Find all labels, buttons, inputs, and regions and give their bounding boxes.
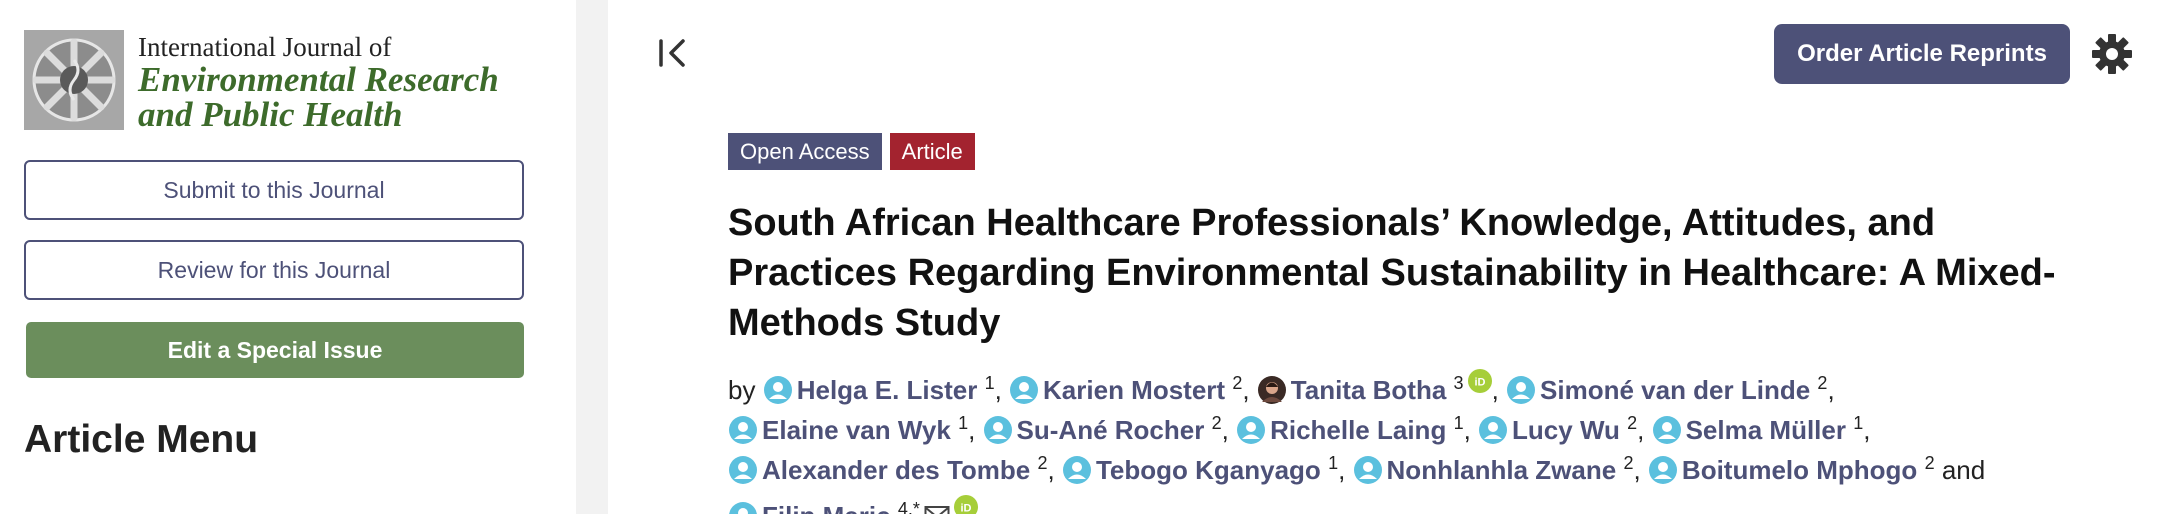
affiliation-number: 1 — [984, 373, 995, 393]
orcid-icon[interactable]: iD — [1467, 364, 1492, 393]
orcid-icon[interactable]: iD — [953, 490, 978, 514]
author-name-link[interactable]: Helga E. Lister — [797, 375, 978, 405]
svg-text:iD: iD — [960, 503, 971, 514]
person-icon[interactable] — [728, 501, 758, 514]
journal-name-line3: and Public Health — [138, 95, 403, 134]
author-item: Lucy Wu 2 — [1478, 413, 1638, 445]
person-icon[interactable] — [1506, 375, 1536, 405]
author-name-link[interactable]: Nonhlanhla Zwane — [1387, 455, 1617, 485]
edit-special-issue-button[interactable]: Edit a Special Issue — [26, 322, 524, 378]
author-name-link[interactable]: Karien Mostert — [1043, 375, 1225, 405]
affiliation-number: 2 — [1232, 373, 1243, 393]
person-icon[interactable] — [1353, 455, 1383, 485]
author-name-link[interactable]: Lucy Wu — [1512, 415, 1620, 445]
journal-logo[interactable]: International Journal of Environmental R… — [24, 30, 524, 132]
affiliation-number: 3 — [1453, 373, 1464, 393]
author-item: Richelle Laing 1 — [1236, 413, 1464, 445]
order-reprints-button[interactable]: Order Article Reprints — [1774, 24, 2070, 84]
person-icon[interactable] — [1236, 415, 1266, 445]
person-icon[interactable] — [983, 415, 1013, 445]
affiliation-number: 1 — [958, 413, 969, 433]
author-name-link[interactable]: Selma Müller — [1686, 415, 1846, 445]
journal-name-line2: Environmental Research — [138, 60, 499, 99]
author-item: Elaine van Wyk 1 — [728, 413, 969, 445]
journal-name: International Journal of Environmental R… — [138, 32, 499, 132]
affiliation-number: 2 — [1037, 453, 1048, 473]
journal-emblem-icon — [24, 30, 124, 130]
article-type-badge: Article — [889, 133, 975, 170]
author-item: Tebogo Kganyago 1 — [1062, 453, 1339, 485]
author-item: Filip Maric 4,* iD — [728, 495, 978, 514]
affiliation-number: 2 — [1817, 373, 1828, 393]
sidebar-divider — [576, 0, 608, 514]
gear-icon[interactable] — [2090, 32, 2134, 76]
submit-journal-button[interactable]: Submit to this Journal — [24, 160, 524, 220]
affiliation-number: 2 — [1924, 453, 1935, 473]
author-item: Tanita Botha 3 iD — [1257, 369, 1492, 405]
author-name-link[interactable]: Richelle Laing — [1270, 415, 1446, 445]
person-icon[interactable] — [728, 415, 758, 445]
sidebar: International Journal of Environmental R… — [0, 0, 576, 514]
author-item: Simoné van der Linde 2 — [1506, 373, 1828, 405]
by-label: by — [728, 375, 756, 405]
person-icon[interactable] — [1062, 455, 1092, 485]
author-photo-icon[interactable] — [1257, 375, 1287, 405]
email-icon[interactable] — [924, 496, 950, 514]
affiliation-number: 2 — [1627, 413, 1638, 433]
author-item: Nonhlanhla Zwane 2 — [1353, 453, 1634, 485]
person-icon[interactable] — [763, 375, 793, 405]
open-access-badge: Open Access — [728, 133, 882, 170]
author-name-link[interactable]: Simoné van der Linde — [1540, 375, 1810, 405]
article-title: South African Healthcare Professionals’ … — [728, 202, 2056, 344]
author-item: Su-Ané Rocher 2 — [983, 413, 1222, 445]
author-item: Boitumelo Mphogo 2 — [1648, 453, 1935, 485]
svg-text:iD: iD — [1474, 377, 1485, 389]
person-icon[interactable] — [1652, 415, 1682, 445]
affiliation-number: 2 — [1623, 453, 1634, 473]
collapse-sidebar-icon[interactable] — [656, 36, 690, 70]
affiliation-number: 2 — [1211, 413, 1222, 433]
person-icon[interactable] — [1478, 415, 1508, 445]
author-list: by Helga E. Lister 1, Karien Mostert 2, … — [728, 364, 2068, 514]
author-name-link[interactable]: Tanita Botha — [1291, 375, 1447, 405]
author-item: Helga E. Lister 1 — [763, 373, 995, 405]
author-name-link[interactable]: Boitumelo Mphogo — [1682, 455, 1917, 485]
author-name-link[interactable]: Tebogo Kganyago — [1096, 455, 1321, 485]
person-icon[interactable] — [728, 455, 758, 485]
author-name-link[interactable]: Elaine van Wyk — [762, 415, 951, 445]
person-icon[interactable] — [1648, 455, 1678, 485]
affiliation-number: 1 — [1453, 413, 1464, 433]
author-name-link[interactable]: Su-Ané Rocher — [1017, 415, 1205, 445]
article-menu-heading: Article Menu — [24, 418, 259, 461]
review-journal-button[interactable]: Review for this Journal — [24, 240, 524, 300]
affiliation-number: 4,* — [897, 499, 920, 514]
author-name-link[interactable]: Filip Maric — [762, 501, 891, 514]
author-item: Selma Müller 1 — [1652, 413, 1864, 445]
affiliation-number: 1 — [1328, 453, 1339, 473]
author-item: Alexander des Tombe 2 — [728, 453, 1048, 485]
person-icon[interactable] — [1009, 375, 1039, 405]
author-item: Karien Mostert 2 — [1009, 373, 1243, 405]
and-label: and — [1941, 455, 1986, 485]
journal-name-line1: International Journal of — [138, 32, 392, 62]
author-name-link[interactable]: Alexander des Tombe — [762, 455, 1030, 485]
affiliation-number: 1 — [1853, 413, 1864, 433]
article-tags: Open Access Article — [728, 133, 975, 170]
